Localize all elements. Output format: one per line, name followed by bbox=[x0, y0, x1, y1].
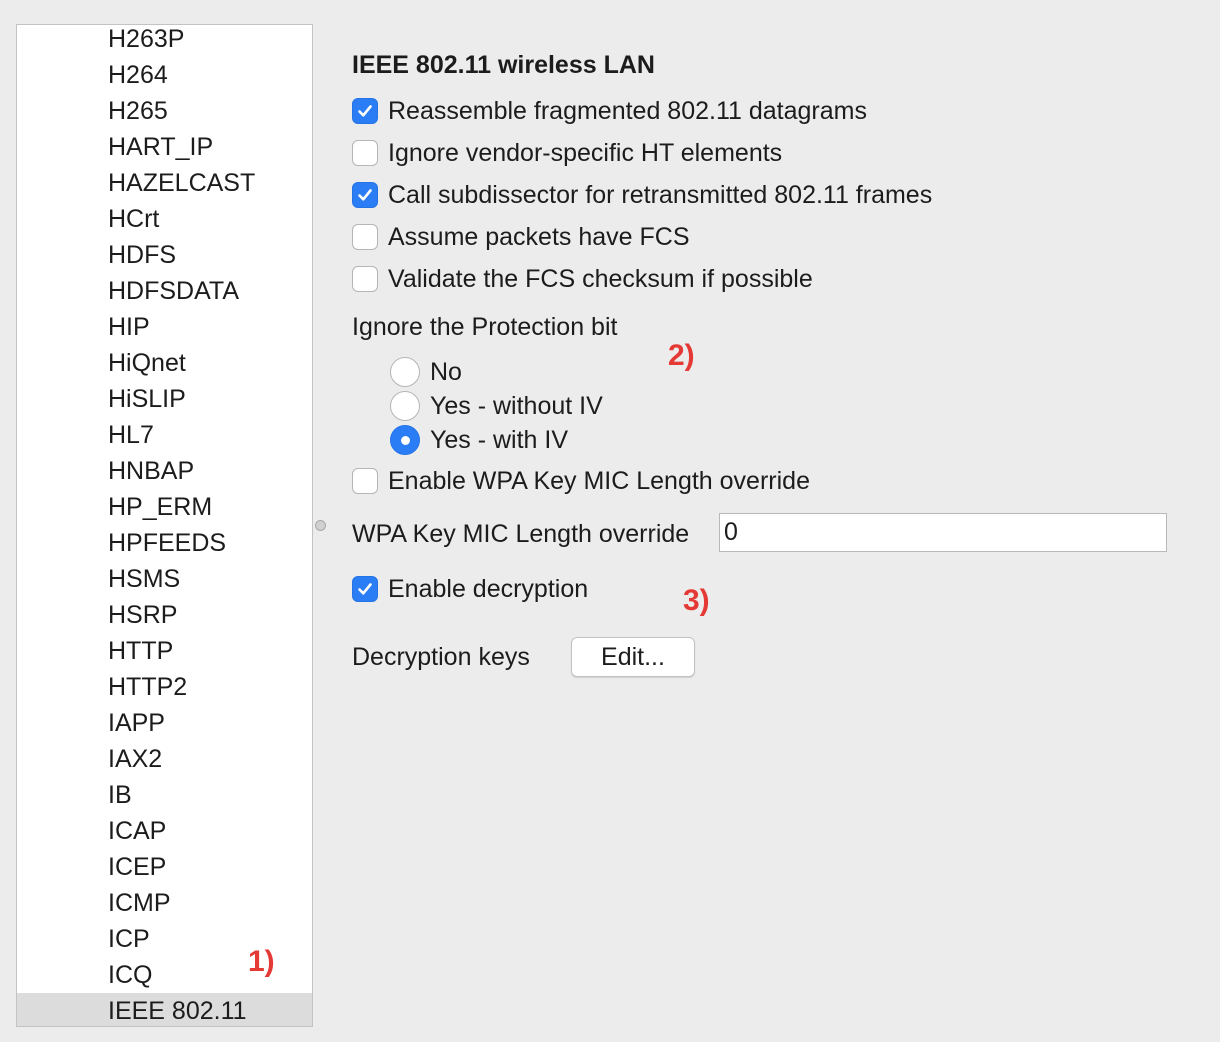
assume-fcs-checkbox-row[interactable]: Assume packets have FCS bbox=[352, 222, 690, 252]
reassemble-checkbox-row[interactable]: Reassemble fragmented 802.11 datagrams bbox=[352, 96, 867, 126]
radio-yes-without-iv-label: Yes - without IV bbox=[430, 391, 603, 420]
radio-button[interactable] bbox=[390, 357, 420, 387]
radio-button[interactable] bbox=[390, 391, 420, 421]
list-item[interactable]: HPFEEDS bbox=[17, 525, 312, 561]
edit-keys-button[interactable]: Edit... bbox=[571, 637, 695, 677]
list-item[interactable]: ICEP bbox=[17, 849, 312, 885]
decryption-keys-label: Decryption keys bbox=[352, 643, 530, 671]
list-item[interactable]: HART_IP bbox=[17, 129, 312, 165]
checkmark-icon bbox=[358, 189, 372, 201]
list-item[interactable]: HTTP bbox=[17, 633, 312, 669]
list-item[interactable]: IAPP bbox=[17, 705, 312, 741]
list-item[interactable]: H264 bbox=[17, 57, 312, 93]
validate-fcs-checkbox-row[interactable]: Validate the FCS checksum if possible bbox=[352, 264, 813, 294]
protocol-list[interactable]: H263P H264 H265 HART_IP HAZELCAST HCrt H… bbox=[16, 24, 313, 1027]
list-item[interactable]: HDFS bbox=[17, 237, 312, 273]
subdissector-label: Call subdissector for retransmitted 802.… bbox=[388, 180, 933, 209]
reassemble-label: Reassemble fragmented 802.11 datagrams bbox=[388, 96, 867, 125]
wpa-override-checkbox-row[interactable]: Enable WPA Key MIC Length override bbox=[352, 466, 810, 496]
radio-dot-icon bbox=[400, 435, 410, 445]
list-item[interactable]: HCrt bbox=[17, 201, 312, 237]
list-item[interactable]: HNBAP bbox=[17, 453, 312, 489]
checkmark-icon bbox=[358, 583, 372, 595]
checkbox-unchecked[interactable] bbox=[352, 266, 378, 292]
wpa-override-label: Enable WPA Key MIC Length override bbox=[388, 466, 810, 495]
checkmark-icon bbox=[358, 105, 372, 117]
annotation-marker-3: 3) bbox=[683, 584, 710, 617]
checkbox-unchecked[interactable] bbox=[352, 468, 378, 494]
radio-no[interactable]: No bbox=[390, 356, 462, 388]
radio-yes-with-iv[interactable]: Yes - with IV bbox=[390, 424, 568, 456]
ignore-vendor-ht-checkbox-row[interactable]: Ignore vendor-specific HT elements bbox=[352, 138, 782, 168]
checkbox-checked[interactable] bbox=[352, 98, 378, 124]
list-item[interactable]: H265 bbox=[17, 93, 312, 129]
list-item[interactable]: HiQnet bbox=[17, 345, 312, 381]
annotation-marker-1: 1) bbox=[248, 945, 275, 978]
ignore-vendor-ht-label: Ignore vendor-specific HT elements bbox=[388, 138, 783, 167]
checkbox-checked[interactable] bbox=[352, 576, 378, 602]
radio-yes-with-iv-label: Yes - with IV bbox=[430, 425, 569, 454]
list-item[interactable]: ICMP bbox=[17, 885, 312, 921]
list-item[interactable]: HiSLIP bbox=[17, 381, 312, 417]
subdissector-checkbox-row[interactable]: Call subdissector for retransmitted 802.… bbox=[352, 180, 932, 210]
checkbox-checked[interactable] bbox=[352, 182, 378, 208]
list-item[interactable]: H263P bbox=[17, 25, 312, 57]
list-item[interactable]: HAZELCAST bbox=[17, 165, 312, 201]
list-item[interactable]: HL7 bbox=[17, 417, 312, 453]
list-item[interactable]: IB bbox=[17, 777, 312, 813]
list-item-selected[interactable]: IEEE 802.11 bbox=[17, 993, 312, 1026]
list-item[interactable]: IAX2 bbox=[17, 741, 312, 777]
protection-bit-label: Ignore the Protection bit bbox=[352, 313, 618, 341]
list-item[interactable]: HSMS bbox=[17, 561, 312, 597]
list-item[interactable]: HIP bbox=[17, 309, 312, 345]
section-title: IEEE 802.11 wireless LAN bbox=[352, 51, 655, 79]
list-item[interactable]: ICAP bbox=[17, 813, 312, 849]
enable-decryption-checkbox-row[interactable]: Enable decryption bbox=[352, 574, 588, 604]
checkbox-unchecked[interactable] bbox=[352, 224, 378, 250]
validate-fcs-label: Validate the FCS checksum if possible bbox=[388, 264, 813, 293]
wpa-length-label: WPA Key MIC Length override bbox=[352, 520, 690, 548]
list-item[interactable]: HTTP2 bbox=[17, 669, 312, 705]
wpa-length-input[interactable] bbox=[719, 513, 1167, 552]
checkbox-unchecked[interactable] bbox=[352, 140, 378, 166]
enable-decryption-label: Enable decryption bbox=[388, 574, 589, 603]
radio-button-selected[interactable] bbox=[390, 425, 420, 455]
list-item[interactable]: HSRP bbox=[17, 597, 312, 633]
radio-no-label: No bbox=[430, 357, 462, 386]
radio-yes-without-iv[interactable]: Yes - without IV bbox=[390, 390, 603, 422]
list-item[interactable]: HP_ERM bbox=[17, 489, 312, 525]
splitter-handle[interactable] bbox=[315, 520, 326, 531]
assume-fcs-label: Assume packets have FCS bbox=[388, 222, 690, 251]
annotation-marker-2: 2) bbox=[668, 339, 695, 372]
list-item[interactable]: HDFSDATA bbox=[17, 273, 312, 309]
